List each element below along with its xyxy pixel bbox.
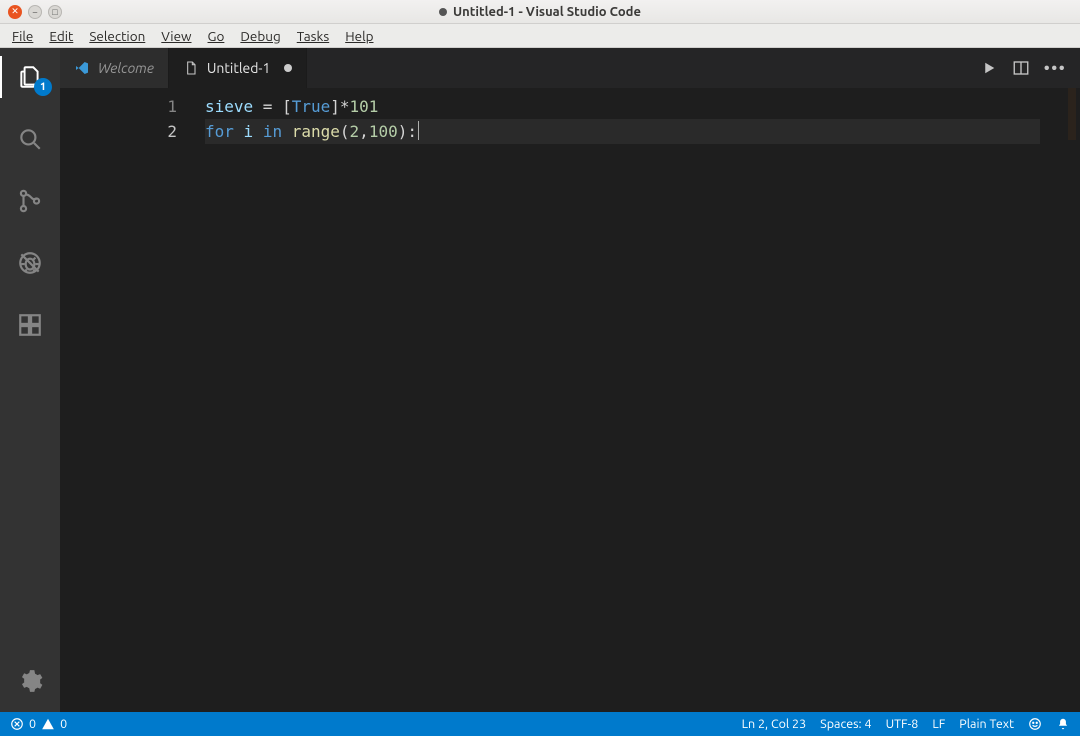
menu-debug[interactable]: Debug <box>232 26 288 46</box>
file-icon <box>183 60 199 76</box>
tab-label: Untitled-1 <box>207 60 271 76</box>
search-icon <box>17 126 43 152</box>
activity-extensions[interactable] <box>0 304 60 346</box>
minimap[interactable] <box>1040 88 1080 712</box>
line-number-gutter: 1 2 <box>60 88 205 712</box>
status-notifications[interactable] <box>1056 717 1070 731</box>
os-window-buttons: ✕ – □ <box>0 5 62 19</box>
menu-edit[interactable]: Edit <box>41 26 81 46</box>
menu-tasks[interactable]: Tasks <box>289 26 337 46</box>
status-errors-count: 0 <box>29 717 36 731</box>
split-editor-button[interactable] <box>1012 59 1030 77</box>
status-feedback[interactable] <box>1028 717 1042 731</box>
window-minimize-button[interactable]: – <box>28 5 42 19</box>
overview-ruler <box>1068 88 1076 140</box>
window-title: Untitled-1 - Visual Studio Code <box>453 5 641 19</box>
more-actions-button[interactable]: ••• <box>1044 59 1066 77</box>
source-control-icon <box>17 188 43 214</box>
activity-settings[interactable] <box>0 660 60 702</box>
extensions-icon <box>17 312 43 338</box>
gear-icon <box>17 668 43 694</box>
code-line[interactable]: for i in range(2,100): <box>205 119 1040 144</box>
split-icon <box>1012 59 1030 77</box>
activity-debug[interactable] <box>0 242 60 284</box>
menubar: File Edit Selection View Go Debug Tasks … <box>0 24 1080 48</box>
app-main: 1 <box>0 48 1080 712</box>
title-dirty-dot-icon <box>439 8 447 16</box>
tab-welcome[interactable]: Welcome <box>60 48 169 88</box>
editor-area: Welcome Untitled-1 ••• <box>60 48 1080 712</box>
menu-help[interactable]: Help <box>337 26 381 46</box>
explorer-badge: 1 <box>34 78 52 96</box>
tab-label: Welcome <box>98 60 154 76</box>
activity-scm[interactable] <box>0 180 60 222</box>
ellipsis-icon: ••• <box>1044 59 1066 77</box>
menu-selection[interactable]: Selection <box>81 26 153 46</box>
activity-search[interactable] <box>0 118 60 160</box>
dirty-indicator-icon <box>284 64 292 72</box>
smiley-icon <box>1028 717 1042 731</box>
status-warnings-count: 0 <box>60 717 67 731</box>
menu-go[interactable]: Go <box>200 26 233 46</box>
os-titlebar: ✕ – □ Untitled-1 - Visual Studio Code <box>0 0 1080 24</box>
statusbar: 0 0 Ln 2, Col 23 Spaces: 4 UTF-8 LF Plai… <box>0 712 1080 736</box>
menu-file[interactable]: File <box>4 26 41 46</box>
line-number: 1 <box>60 94 205 119</box>
text-editor[interactable]: 1 2 sieve = [True]*101 for i in range(2,… <box>60 88 1080 712</box>
window-maximize-button[interactable]: □ <box>48 5 62 19</box>
status-encoding[interactable]: UTF-8 <box>886 717 919 731</box>
status-problems[interactable]: 0 0 <box>10 717 67 731</box>
status-cursor-position[interactable]: Ln 2, Col 23 <box>742 717 807 731</box>
status-language-mode[interactable]: Plain Text <box>959 717 1014 731</box>
play-icon <box>980 59 998 77</box>
error-icon <box>10 717 24 731</box>
editor-tabs: Welcome Untitled-1 ••• <box>60 48 1080 88</box>
warning-icon <box>41 717 55 731</box>
debug-icon <box>17 250 43 276</box>
tab-untitled-1[interactable]: Untitled-1 <box>169 48 308 88</box>
editor-actions: ••• <box>966 48 1080 88</box>
code-content[interactable]: sieve = [True]*101 for i in range(2,100)… <box>205 88 1040 712</box>
line-number: 2 <box>60 119 205 144</box>
bell-icon <box>1056 717 1070 731</box>
status-indentation[interactable]: Spaces: 4 <box>820 717 871 731</box>
status-eol[interactable]: LF <box>932 717 945 731</box>
menu-view[interactable]: View <box>153 26 199 46</box>
code-line[interactable]: sieve = [True]*101 <box>205 94 1040 119</box>
activity-explorer[interactable]: 1 <box>0 56 60 98</box>
vscode-icon <box>74 60 90 76</box>
text-cursor <box>418 121 419 140</box>
activitybar: 1 <box>0 48 60 712</box>
window-close-button[interactable]: ✕ <box>8 5 22 19</box>
run-button[interactable] <box>980 59 998 77</box>
